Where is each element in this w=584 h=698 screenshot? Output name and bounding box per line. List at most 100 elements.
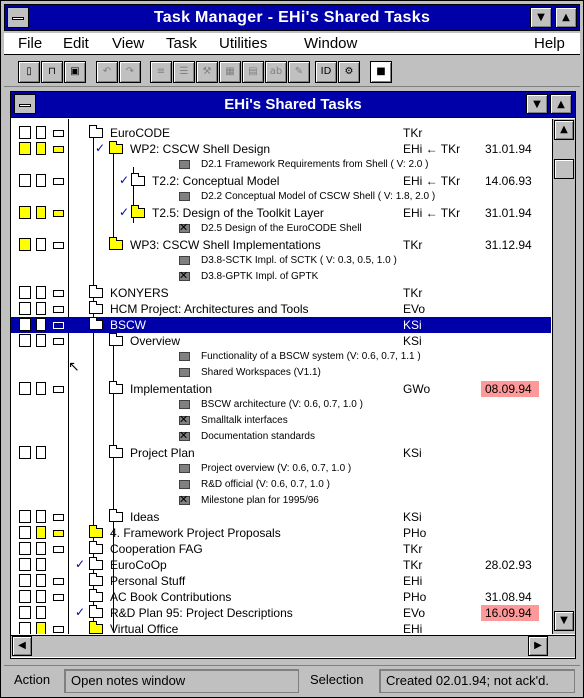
list-item[interactable]: Implementation GWo 08.09.94 — [11, 381, 551, 397]
checkbox-icon[interactable] — [53, 626, 64, 633]
checkbox-icon[interactable] — [53, 386, 64, 393]
folder-icon — [109, 333, 123, 346]
save-icon[interactable]: ▣ — [64, 61, 86, 83]
settings-icon[interactable]: ⚙ — [338, 61, 360, 83]
checkbox-icon[interactable] — [53, 578, 64, 585]
checkbox-icon[interactable] — [53, 594, 64, 601]
notes-icon — [19, 334, 31, 347]
shared-tasks-window: EHi's Shared Tasks ▼ ▲ EuroCODE TKr ✓ WP… — [10, 91, 576, 659]
checkbox-icon[interactable] — [53, 210, 64, 217]
list-item[interactable]: WP3: CSCW Shell Implementations TKr 31.1… — [11, 237, 551, 253]
checkbox-icon[interactable] — [53, 178, 64, 185]
scroll-left-button[interactable]: ◀ — [12, 636, 32, 656]
list-item[interactable]: Project Plan KSi — [11, 445, 551, 461]
list-item[interactable]: HCM Project: Architectures and Tools EVo — [11, 301, 551, 317]
checkbox-icon[interactable] — [53, 146, 64, 153]
tools-icon[interactable]: ⚒ — [196, 61, 218, 83]
list-item[interactable]: D2.2 Conceptual Model of CSCW Shell ( V:… — [11, 189, 551, 205]
flag-icon — [36, 590, 46, 603]
document-minimize-button[interactable]: ▼ — [526, 94, 548, 114]
horizontal-scrollbar[interactable]: ◀ ▶ — [11, 635, 575, 657]
list-item[interactable]: Functionality of a BSCW system (V: 0.6, … — [11, 349, 551, 365]
notes-icon — [19, 126, 31, 139]
redo-icon[interactable]: ↷ — [119, 61, 141, 83]
id-icon[interactable]: ID — [315, 61, 337, 83]
list-item[interactable]: R&D official (V: 0.6, 0.7, 1.0 ) — [11, 477, 551, 493]
list-item[interactable]: Cooperation FAG TKr — [11, 541, 551, 557]
document-icon — [179, 256, 190, 265]
folder-icon — [131, 205, 145, 218]
list-item[interactable]: D2.5 Design of the EuroCODE Shell — [11, 221, 551, 237]
document-icon — [179, 352, 190, 361]
edit-pen-icon[interactable]: ✎ — [288, 61, 310, 83]
list-item[interactable]: D2.1 Framework Requirements from Shell (… — [11, 157, 551, 173]
checkmark-icon: ✓ — [95, 141, 106, 155]
folder-icon — [89, 573, 103, 586]
open-folder-icon[interactable]: ⊓ — [41, 61, 63, 83]
menu-help[interactable]: Help — [534, 35, 565, 52]
undo-icon[interactable]: ↶ — [96, 61, 118, 83]
list-item[interactable]: Personal Stuff EHi — [11, 573, 551, 589]
document-icon — [179, 480, 190, 489]
scroll-up-button[interactable]: ▲ — [554, 120, 574, 140]
menu-view[interactable]: View — [112, 35, 144, 52]
list-item[interactable]: Ideas KSi — [11, 509, 551, 525]
maximize-button[interactable]: ▲ — [555, 7, 577, 28]
list-item[interactable]: 4. Framework Project Proposals PHo — [11, 525, 551, 541]
flag-icon — [36, 510, 46, 523]
briefcase-icon[interactable]: ■ — [370, 61, 392, 83]
checkbox-icon[interactable] — [53, 130, 64, 137]
list-item[interactable]: Shared Workspaces (V1.1) — [11, 365, 551, 381]
flag-icon — [36, 526, 46, 539]
menu-file[interactable]: File — [18, 35, 42, 52]
scroll-down-button[interactable]: ▼ — [554, 611, 574, 631]
notes-icon[interactable]: ≡ — [150, 61, 172, 83]
folder-icon — [109, 237, 123, 250]
checkbox-icon[interactable] — [53, 322, 64, 329]
checkbox-icon[interactable] — [53, 242, 64, 249]
list-item[interactable]: ✓ T2.2: Conceptual Model EHi ← TKr 14.06… — [11, 173, 551, 189]
list-item[interactable]: ✓ R&D Plan 95: Project Descriptions EVo … — [11, 605, 551, 621]
list-item[interactable]: EuroCODE TKr — [11, 125, 551, 141]
list-item[interactable]: Documentation standards — [11, 429, 551, 445]
list-item[interactable]: ✓ T2.5: Design of the Toolkit Layer EHi … — [11, 205, 551, 221]
list-item-selected[interactable]: BSCW KSi — [11, 317, 551, 333]
menu-bar: File Edit View Task Utilities Window Hel… — [4, 33, 580, 55]
list-item[interactable]: Overview KSi — [11, 333, 551, 349]
document-title: EHi's Shared Tasks — [224, 96, 362, 113]
list-item[interactable]: D3.8-SCTK Impl. of SCTK ( V: 0.3, 0.5, 1… — [11, 253, 551, 269]
action-field: Open notes window — [64, 669, 299, 693]
list-item[interactable]: D3.8-GPTK Impl. of GPTK — [11, 269, 551, 285]
checkbox-icon[interactable] — [53, 290, 64, 297]
list-item[interactable]: Virtual Office EHi — [11, 621, 551, 634]
checkbox-icon[interactable] — [53, 514, 64, 521]
document-icon — [179, 429, 190, 442]
menu-task[interactable]: Task — [166, 35, 197, 52]
checkbox-icon[interactable] — [53, 338, 64, 345]
menu-window[interactable]: Window — [304, 35, 357, 52]
new-document-icon[interactable]: ▯ — [18, 61, 40, 83]
list-item[interactable]: Milestone plan for 1995/96 — [11, 493, 551, 509]
document-list-icon[interactable]: ☰ — [173, 61, 195, 83]
grid-icon[interactable]: ▦ — [219, 61, 241, 83]
checkbox-icon[interactable] — [53, 546, 64, 553]
vertical-scrollbar[interactable]: ▲ ▼ — [552, 119, 575, 634]
list-item[interactable]: ✓ WP2: CSCW Shell Design EHi ← TKr 31.01… — [11, 141, 551, 157]
checkbox-icon[interactable] — [53, 306, 64, 313]
menu-edit[interactable]: Edit — [63, 35, 89, 52]
list-item[interactable]: BSCW architecture (V: 0.6, 0.7, 1.0 ) — [11, 397, 551, 413]
menu-utilities[interactable]: Utilities — [219, 35, 267, 52]
scroll-right-button[interactable]: ▶ — [528, 636, 548, 656]
scroll-thumb[interactable] — [554, 159, 574, 179]
spelling-icon[interactable]: ab — [265, 61, 287, 83]
list-item[interactable]: KONYERS TKr — [11, 285, 551, 301]
document-maximize-button[interactable]: ▲ — [550, 94, 572, 114]
title-bar: Task Manager - EHi's Shared Tasks ▼ ▲ — [4, 4, 580, 31]
list-item[interactable]: AC Book Contributions PHo 31.08.94 — [11, 589, 551, 605]
list-item[interactable]: Project overview (V: 0.6, 0.7, 1.0 ) — [11, 461, 551, 477]
table-icon[interactable]: ▤ — [242, 61, 264, 83]
list-item[interactable]: Smalltalk interfaces — [11, 413, 551, 429]
list-item[interactable]: ✓ EuroCoOp TKr 28.02.93 — [11, 557, 551, 573]
minimize-button[interactable]: ▼ — [530, 7, 552, 28]
checkbox-icon[interactable] — [53, 530, 64, 537]
